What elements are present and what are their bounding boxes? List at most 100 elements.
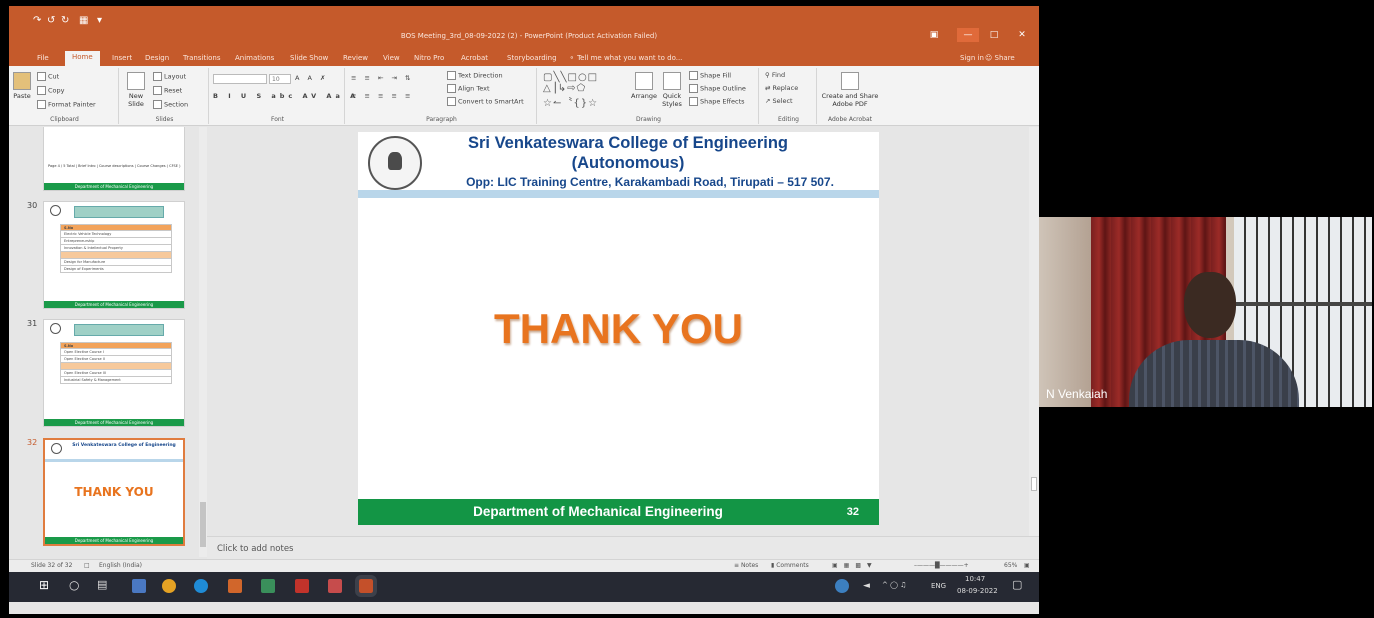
tab-animations[interactable]: Animations [235,52,274,64]
edge-icon[interactable] [194,579,208,593]
tab-insert[interactable]: Insert [112,52,132,64]
tab-review[interactable]: Review [343,52,368,64]
save-icon[interactable]: ↷ [33,14,41,28]
shape-outline-button[interactable]: Shape Outline [689,84,746,93]
close-button[interactable]: ✕ [1011,28,1033,42]
comments-toggle[interactable]: ▮ Comments [771,562,809,569]
align-text-button[interactable]: Align Text [447,84,490,93]
font-grow-shrink-buttons[interactable]: A A ✗ [295,74,328,82]
slideshow-icon[interactable]: ▦ [79,14,88,28]
font-format-buttons[interactable]: B I U S abc AV Aa A [213,92,359,100]
copy-button[interactable]: Copy [37,86,65,95]
task-view-icon[interactable]: ▤ [97,578,107,591]
share-button[interactable]: ☺ Share [985,52,1015,64]
thumbnail-slide-31[interactable]: S.No Open Elective Course I Open Electiv… [43,319,185,427]
participant-video[interactable] [1039,217,1372,407]
thumbnail-slide-30[interactable]: S.No Electric Vehicle Technology Entrepr… [43,201,185,309]
app-icon[interactable] [261,579,275,593]
tab-home[interactable]: Home [65,51,100,66]
tab-acrobat[interactable]: Acrobat [461,52,488,64]
slide-editing-area[interactable]: Sri Venkateswara College of Engineering … [207,127,1032,536]
arrange-button[interactable]: Arrange [629,72,659,100]
tab-slide-show[interactable]: Slide Show [290,52,328,64]
notes-toggle[interactable]: ≡ Notes [734,562,758,569]
current-slide[interactable]: Sri Venkateswara College of Engineering … [358,132,879,525]
shapes-gallery[interactable]: ▢╲╲□○□ △⎥↳⇨⬠ ☆↼〝{}☆ [543,72,598,109]
ribbon-display-icon[interactable]: ▣ [923,28,945,42]
tab-design[interactable]: Design [145,52,169,64]
layout-button[interactable]: Layout [153,72,186,81]
tray-app-icon[interactable] [835,579,849,593]
tab-nitro-pro[interactable]: Nitro Pro [414,52,444,64]
app-icon[interactable] [328,579,342,593]
college-logo-icon [50,205,61,216]
zoom-slider[interactable]: –———█————+ [914,562,969,569]
tab-view[interactable]: View [383,52,400,64]
shape-effects-button[interactable]: Shape Effects [689,97,745,106]
shape-fill-button[interactable]: Shape Fill [689,71,731,80]
font-name-box[interactable] [213,74,267,84]
paste-button[interactable]: Paste [11,72,33,100]
window-title: BOS Meeting_3rd_08-09-2022 (2) - PowerPo… [400,32,658,40]
new-slide-button[interactable]: New Slide [123,72,149,108]
view-buttons[interactable]: ▣▦▩▼ [832,562,878,569]
find-button[interactable]: ⚲ Find [765,71,785,79]
editing-group-label: Editing [778,116,799,123]
format-painter-button[interactable]: Format Painter [37,100,96,109]
tray-overflow-icon[interactable]: ^ ◯ ♫ [882,581,906,589]
chrome-icon[interactable] [162,579,176,593]
undo-icon[interactable]: ↺ [47,14,55,28]
slide-scrollbar[interactable] [1029,127,1039,537]
search-icon[interactable]: ○ [69,578,79,592]
windows-start-icon[interactable]: ⊞ [39,578,49,592]
notes-pane[interactable]: Click to add notes [207,536,1039,560]
slide-thumbnail-pane[interactable]: Page 4 / 5 Total | Brief Intro | Course … [9,127,204,557]
convert-smartart-button[interactable]: Convert to SmartArt [447,97,524,106]
powerpoint-taskbar-icon[interactable] [355,575,377,597]
list-buttons[interactable]: ≡ ≡ ⇤ ⇥ ⇅ [351,74,414,82]
replace-button[interactable]: ⇄ Replace [765,84,798,92]
text-direction-button[interactable]: Text Direction [447,71,503,80]
tray-icon[interactable]: ◄ [863,581,870,591]
tell-me-search[interactable]: ⚬ Tell me what you want to do... [569,52,682,64]
create-pdf-button[interactable]: Create and Share Adobe PDF [821,72,879,108]
thumbnail-slide-32[interactable]: Sri Venkateswara College of Engineering … [43,438,185,546]
arrange-label: Arrange [631,92,657,100]
tab-storyboarding[interactable]: Storyboarding [507,52,557,64]
fit-slide-icon[interactable]: ▣ [1024,562,1030,569]
align-buttons[interactable]: ≡ ≡ ≡ ≡ ≡ [351,92,414,100]
section-button[interactable]: Section [153,100,188,109]
cut-button[interactable]: Cut [37,72,59,81]
tab-file[interactable]: File [37,52,49,64]
slide-scrollbar-thumb[interactable] [1031,477,1037,491]
spellcheck-icon[interactable]: □ [84,562,90,569]
app-icon[interactable] [228,579,242,593]
language-indicator[interactable]: English (India) [99,562,142,569]
quick-styles-button[interactable]: Quick Styles [659,72,685,108]
sign-in-link[interactable]: Sign in [960,52,984,64]
font-size-box[interactable]: 10 [269,74,291,84]
new-slide-icon [127,72,145,90]
reset-button[interactable]: Reset [153,86,182,95]
input-language[interactable]: ENG [931,582,946,590]
slides-group-label: Slides [155,116,174,123]
tab-transitions[interactable]: Transitions [183,52,221,64]
thumbnail-slide-29[interactable]: Page 4 / 5 Total | Brief Intro | Course … [43,127,185,191]
clock-time[interactable]: 10:47 [965,575,985,583]
notes-placeholder[interactable]: Click to add notes [217,544,293,554]
layout-icon [153,72,162,81]
maximize-button[interactable]: □ [983,28,1005,42]
notifications-icon[interactable]: ▢ [1012,578,1022,591]
title-bar: ↷ ↺ ↻ ▦ ▾ BOS Meeting_3rd_08-09-2022 (2)… [9,6,1039,50]
thumbnail-scrollbar-thumb[interactable] [200,502,206,547]
participant-name: N Venkaiah [1046,387,1108,401]
minimize-button[interactable]: — [957,28,979,42]
customize-qat-icon[interactable]: ▾ [97,14,102,28]
acrobat-icon[interactable] [295,579,309,593]
clock-date[interactable]: 08-09-2022 [957,587,998,595]
thumbnail-scrollbar[interactable] [199,127,207,557]
zoom-level[interactable]: 65% [1004,562,1017,569]
file-explorer-icon[interactable] [132,579,146,593]
select-button[interactable]: ↗ Select [765,97,793,105]
redo-icon[interactable]: ↻ [61,14,69,28]
